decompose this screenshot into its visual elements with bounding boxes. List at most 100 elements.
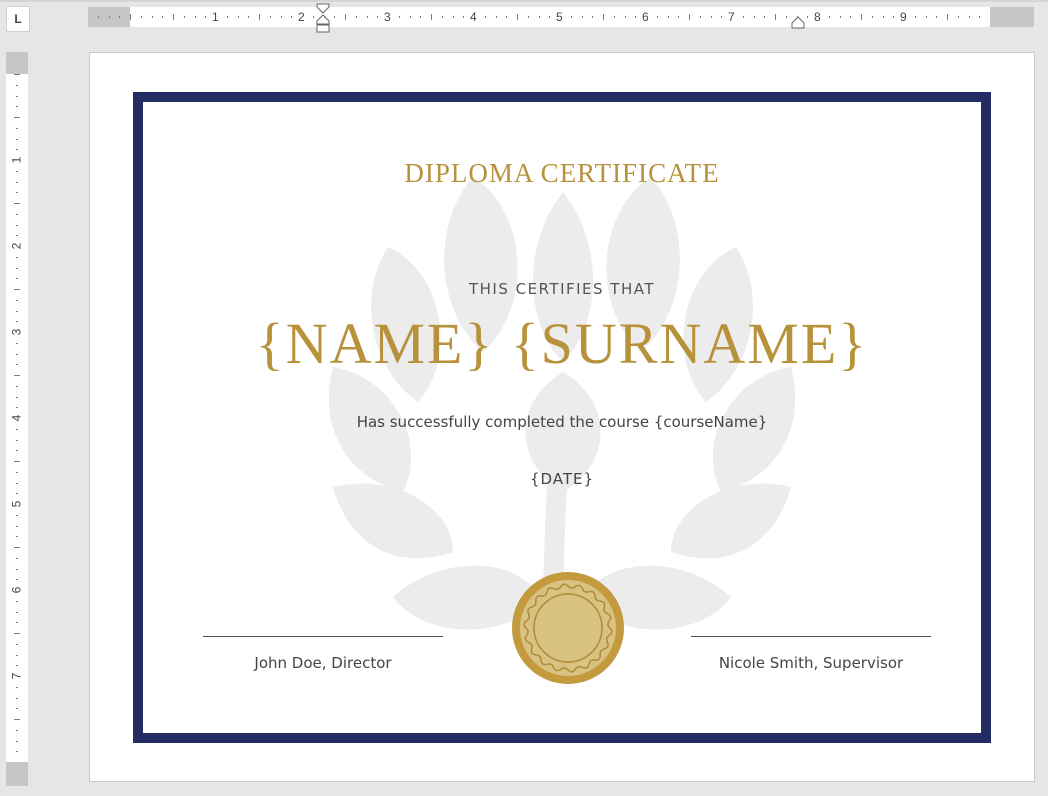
- ruler-tick: [367, 16, 368, 18]
- ruler-tick: [16, 85, 18, 86]
- ruler-tick: [281, 16, 282, 18]
- ruler-tick: [16, 268, 18, 269]
- horizontal-ruler[interactable]: 1 2 3 4 5 6 7 8 9: [88, 3, 1034, 33]
- ruler-tick: [431, 14, 432, 20]
- ruler-number: 6: [9, 586, 24, 594]
- ruler-tick: [775, 14, 776, 20]
- ruler-tick: [16, 526, 18, 527]
- tab-selector-icon[interactable]: L: [6, 6, 30, 32]
- ruler-tick: [539, 16, 540, 18]
- ruler-tick: [582, 16, 583, 18]
- ruler-tick: [969, 16, 970, 18]
- right-indent-marker-icon[interactable]: [790, 16, 806, 30]
- ruler-tick: [205, 16, 206, 18]
- ruler-tick: [109, 16, 110, 18]
- ruler-tick: [16, 612, 18, 613]
- ruler-tick: [496, 16, 497, 18]
- ruler-number: 7: [9, 672, 24, 680]
- ruler-tick: [14, 719, 20, 720]
- ruler-tick: [829, 16, 830, 18]
- ruler-tick: [893, 16, 894, 18]
- ruler-top-margin: [6, 52, 28, 74]
- ruler-tick: [16, 493, 18, 494]
- window-top-border: [0, 0, 1048, 2]
- ruler-tick: [119, 16, 120, 18]
- ruler-tick: [592, 16, 593, 18]
- ruler-tick: [16, 579, 18, 580]
- ruler-number: 5: [556, 10, 563, 24]
- document-page[interactable]: DIPLOMA CERTIFICATE THIS CERTIFIES THAT …: [89, 52, 1035, 782]
- ruler-tick: [16, 149, 18, 150]
- ruler-tick: [16, 741, 18, 742]
- ruler-tick: [14, 289, 20, 290]
- ruler-number: 1: [212, 10, 219, 24]
- ruler-tick: [485, 16, 486, 18]
- ruler-tick: [141, 16, 142, 18]
- ruler-tick: [743, 16, 744, 18]
- ruler-tick: [399, 16, 400, 18]
- signature-line-right: [691, 636, 931, 637]
- ruler-tick: [872, 16, 873, 18]
- ruler-tick: [16, 397, 18, 398]
- ruler-tick: [184, 16, 185, 18]
- ruler-tick: [16, 655, 18, 656]
- ruler-number: 2: [9, 242, 24, 250]
- ruler-number: 3: [384, 10, 391, 24]
- certifies-text: THIS CERTIFIES THAT: [468, 280, 656, 298]
- ruler-tick: [16, 450, 18, 451]
- ruler-tick: [14, 375, 20, 376]
- vertical-ruler[interactable]: 1 2 3 4 5 6 7: [6, 52, 28, 786]
- ruler-tick: [16, 440, 18, 441]
- ruler-tick: [14, 461, 20, 462]
- ruler-tick: [16, 128, 18, 129]
- ruler-tick: [16, 698, 18, 699]
- ruler-tick: [16, 225, 18, 226]
- ruler-tick: [764, 16, 765, 18]
- ruler-tick: [16, 601, 18, 602]
- ruler-tick: [947, 14, 948, 20]
- ruler-tick: [721, 16, 722, 18]
- ruler-tick: [16, 730, 18, 731]
- ruler-tick: [700, 16, 701, 18]
- ruler-tick: [16, 139, 18, 140]
- ruler-tick: [259, 14, 260, 20]
- ruler-tick: [16, 343, 18, 344]
- ruler-right-margin: [990, 7, 1034, 27]
- certificate-border: DIPLOMA CERTIFICATE THIS CERTIFIES THAT …: [133, 92, 991, 743]
- ruler-bottom-margin: [6, 762, 28, 786]
- ruler-tick: [16, 96, 18, 97]
- ruler-tick: [16, 515, 18, 516]
- date-field: {DATE}: [529, 470, 595, 488]
- ruler-tick: [16, 257, 18, 258]
- ruler-tick: [678, 16, 679, 18]
- ruler-tick: [754, 16, 755, 18]
- ruler-tick: [840, 16, 841, 18]
- ruler-tick: [152, 16, 153, 18]
- ruler-tick: [453, 16, 454, 18]
- ruler-tick: [979, 16, 980, 18]
- ruler-tick: [16, 192, 18, 193]
- ruler-tick: [16, 407, 18, 408]
- ruler-tick: [528, 16, 529, 18]
- ruler-tick: [883, 16, 884, 18]
- signatory-left: John Doe, Director: [254, 654, 392, 672]
- first-line-indent-marker-icon[interactable]: [315, 3, 331, 35]
- ruler-tick: [16, 687, 18, 688]
- ruler-tick: [16, 182, 18, 183]
- ruler-tick: [345, 14, 346, 20]
- ruler-number: 5: [9, 500, 24, 508]
- ruler-tick: [238, 16, 239, 18]
- ruler-tick: [16, 386, 18, 387]
- ruler-tick: [14, 74, 20, 75]
- ruler-tick: [16, 472, 18, 473]
- ruler-tick: [850, 16, 851, 18]
- ruler-tick: [334, 16, 335, 18]
- ruler-tick: [16, 622, 18, 623]
- ruler-number: 1: [9, 156, 24, 164]
- ruler-tick: [668, 16, 669, 18]
- certificate-title: DIPLOMA CERTIFICATE: [404, 158, 720, 188]
- ruler-tick: [807, 16, 808, 18]
- ruler-tick: [797, 16, 798, 18]
- ruler-tick: [16, 558, 18, 559]
- ruler-tick: [614, 16, 615, 18]
